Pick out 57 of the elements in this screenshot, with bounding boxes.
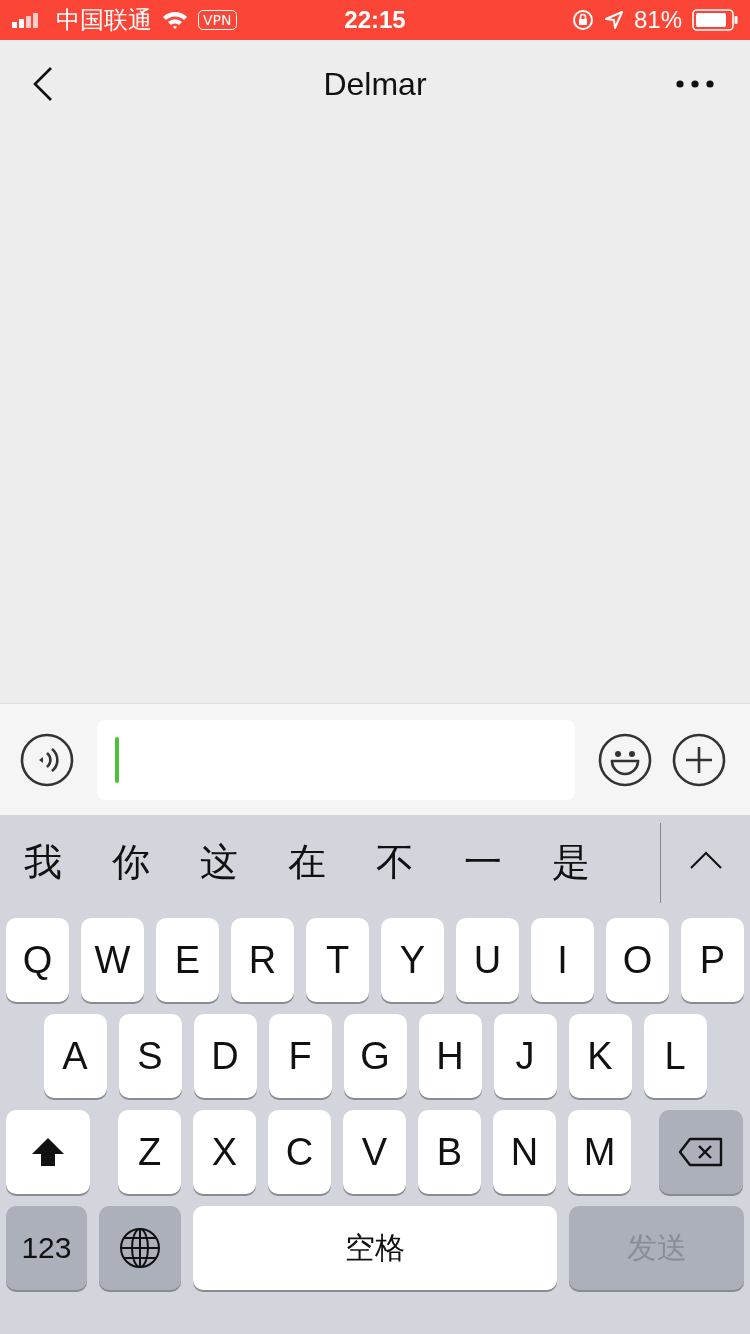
battery-icon — [692, 9, 738, 31]
letter-key[interactable]: Q — [6, 918, 69, 1002]
letter-key[interactable]: L — [643, 1014, 707, 1098]
backspace-icon — [678, 1137, 724, 1167]
letter-key[interactable]: M — [568, 1110, 631, 1194]
smiley-icon[interactable] — [598, 732, 652, 787]
location-arrow-icon — [603, 10, 624, 30]
candidate-word[interactable]: 是 — [552, 837, 640, 888]
letter-key[interactable]: Y — [381, 918, 444, 1002]
letter-key[interactable]: P — [681, 918, 744, 1002]
letter-key[interactable]: X — [193, 1110, 256, 1194]
letter-key[interactable]: O — [606, 918, 669, 1002]
letter-key[interactable]: H — [418, 1014, 482, 1098]
expand-caret-icon[interactable] — [690, 851, 722, 869]
letter-key[interactable]: K — [568, 1014, 632, 1098]
globe-key[interactable] — [98, 1206, 181, 1290]
shift-key[interactable] — [6, 1110, 90, 1194]
letter-key[interactable]: W — [81, 918, 144, 1002]
candidate-word[interactable]: 一 — [464, 837, 552, 888]
carrier-name: 中国联通 — [56, 5, 152, 35]
letter-key[interactable]: N — [493, 1110, 556, 1194]
letter-key[interactable]: A — [43, 1014, 107, 1098]
letter-key[interactable]: C — [268, 1110, 331, 1194]
plus-icon[interactable] — [672, 732, 726, 787]
chat-title: Delmar — [323, 65, 427, 103]
letter-key[interactable]: D — [193, 1014, 257, 1098]
candidate-word[interactable]: 不 — [376, 837, 464, 888]
letter-key[interactable]: Z — [118, 1110, 181, 1194]
globe-icon — [118, 1227, 161, 1269]
candidate-word[interactable]: 你 — [112, 837, 200, 888]
space-key[interactable]: 空格 — [192, 1206, 558, 1290]
letter-key[interactable]: B — [418, 1110, 481, 1194]
vpn-badge: VPN — [198, 10, 237, 30]
battery-percent: 81% — [633, 6, 682, 34]
letter-key[interactable]: F — [268, 1014, 332, 1098]
letter-key[interactable]: J — [493, 1014, 557, 1098]
letter-key[interactable]: U — [456, 918, 519, 1002]
voice-icon[interactable] — [20, 732, 74, 787]
letter-key[interactable]: R — [231, 918, 294, 1002]
wifi-icon — [162, 11, 188, 29]
letter-key[interactable]: E — [156, 918, 219, 1002]
clock-time: 22:15 — [344, 6, 406, 34]
back-icon[interactable] — [33, 67, 53, 101]
numbers-key[interactable]: 123 — [6, 1206, 87, 1290]
more-icon[interactable] — [676, 80, 714, 88]
letter-key[interactable]: S — [118, 1014, 182, 1098]
letter-key[interactable]: V — [343, 1110, 406, 1194]
rotation-lock-icon — [571, 9, 594, 31]
candidate-word[interactable]: 在 — [288, 837, 376, 888]
letter-key[interactable]: T — [306, 918, 369, 1002]
candidate-word[interactable]: 这 — [200, 837, 288, 888]
shift-arrow-icon — [31, 1137, 65, 1167]
message-input-field[interactable] — [97, 719, 575, 800]
delete-key[interactable] — [659, 1110, 743, 1194]
letter-key[interactable]: G — [343, 1014, 407, 1098]
candidate-word[interactable]: 我 — [24, 837, 112, 888]
letter-key[interactable]: I — [531, 918, 594, 1002]
